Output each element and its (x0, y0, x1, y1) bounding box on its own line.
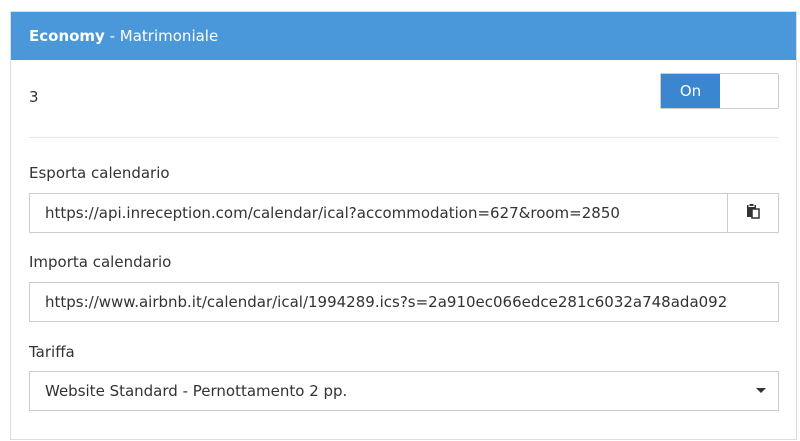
room-status-row: 3 On (11, 60, 796, 137)
room-type-title: Economy (29, 27, 105, 45)
room-active-toggle[interactable]: On (660, 73, 779, 109)
room-number: 3 (29, 88, 39, 106)
rate-select[interactable]: Website Standard - Pernottamento 2 pp. (29, 371, 779, 411)
toggle-off-area[interactable] (720, 74, 778, 108)
room-calendar-panel: Economy - Matrimoniale 3 On Esporta cale… (10, 11, 797, 440)
divider (29, 137, 778, 138)
import-calendar-url-field[interactable]: https://www.airbnb.it/calendar/ical/1994… (29, 282, 779, 322)
room-subtype-title: - Matrimoniale (104, 27, 219, 45)
import-calendar-label: Importa calendario (29, 253, 172, 271)
toggle-on-label: On (661, 74, 720, 108)
export-calendar-label: Esporta calendario (29, 164, 170, 182)
panel-header: Economy - Matrimoniale (11, 12, 796, 60)
copy-url-button[interactable] (727, 193, 779, 233)
clipboard-icon (745, 203, 761, 223)
export-calendar-url-field[interactable]: https://api.inreception.com/calendar/ica… (29, 193, 728, 233)
chevron-down-icon (756, 388, 766, 393)
rate-label: Tariffa (29, 343, 75, 361)
rate-selected-value: Website Standard - Pernottamento 2 pp. (45, 382, 348, 400)
